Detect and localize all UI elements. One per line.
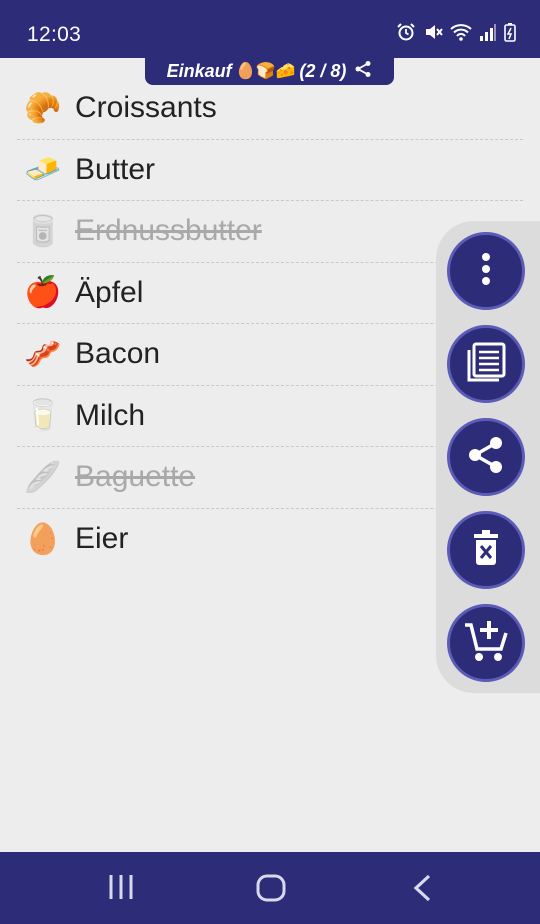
- bacon-icon: 🥓: [24, 337, 62, 371]
- milk-icon: 🥛: [24, 399, 62, 433]
- more-options-button[interactable]: [447, 232, 525, 310]
- status-icons: [396, 22, 516, 47]
- status-time: 12:03: [27, 23, 82, 46]
- apple-icon: 🍎: [24, 276, 62, 310]
- share-button[interactable]: [447, 418, 525, 496]
- add-to-cart-icon: [463, 619, 509, 668]
- item-label: Äpfel: [75, 275, 144, 309]
- clear-list-button[interactable]: [447, 511, 525, 589]
- share-icon: [466, 435, 506, 480]
- item-label: Baguette: [75, 460, 196, 494]
- jar-icon: 🥫: [24, 214, 62, 248]
- recent-apps-icon: [108, 874, 134, 905]
- mute-icon: [423, 22, 443, 47]
- baguette-icon: 🥖: [24, 460, 62, 494]
- egg-icon: 🥚: [24, 522, 62, 556]
- item-label: Milch: [75, 398, 146, 432]
- list-item[interactable]: 🧈 Butter: [17, 140, 523, 201]
- wifi-icon: [450, 22, 472, 47]
- recent-apps-button[interactable]: [108, 874, 134, 905]
- status-bar: 12:03: [0, 0, 540, 58]
- battery-icon: [504, 22, 516, 47]
- alarm-icon: [396, 22, 416, 47]
- list-icon: [464, 340, 508, 389]
- item-label: Erdnussbutter: [75, 214, 262, 248]
- more-icon: [481, 252, 491, 291]
- item-label: Butter: [75, 152, 156, 186]
- item-label: Croissants: [75, 91, 217, 125]
- back-button[interactable]: [412, 874, 432, 907]
- home-icon: [256, 874, 286, 907]
- signal-icon: [479, 22, 497, 47]
- list-item[interactable]: 🥐 Croissants: [17, 78, 523, 140]
- butter-icon: 🧈: [24, 153, 62, 187]
- home-button[interactable]: [256, 874, 286, 907]
- item-label: Bacon: [75, 337, 161, 371]
- back-icon: [412, 874, 432, 907]
- item-label: Eier: [75, 522, 129, 556]
- croissant-icon: 🥐: [24, 91, 62, 125]
- add-item-button[interactable]: [447, 604, 525, 682]
- delete-icon: [471, 529, 501, 572]
- list-view-button[interactable]: [447, 325, 525, 403]
- navigation-bar: [0, 852, 540, 924]
